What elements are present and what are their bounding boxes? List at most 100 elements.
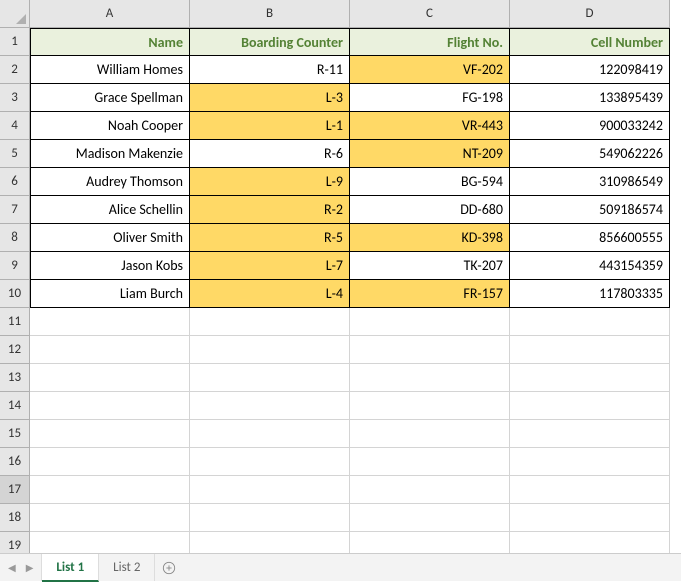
cell-flight[interactable]: FR-157 — [350, 280, 510, 308]
cell-name[interactable]: Oliver Smith — [30, 224, 190, 252]
empty-cell[interactable] — [510, 504, 670, 532]
empty-cell[interactable] — [510, 392, 670, 420]
row-header[interactable]: 1 — [0, 28, 30, 56]
cell-boarding[interactable]: L-9 — [190, 168, 350, 196]
row-header[interactable]: 5 — [0, 140, 30, 168]
empty-cell[interactable] — [190, 392, 350, 420]
cell-flight[interactable]: VF-202 — [350, 56, 510, 84]
empty-cell[interactable] — [30, 476, 190, 504]
column-header-D[interactable]: D — [510, 0, 670, 28]
row-header[interactable]: 18 — [0, 504, 30, 532]
empty-cell[interactable] — [30, 336, 190, 364]
cell-number[interactable]: 856600555 — [510, 224, 670, 252]
empty-cell[interactable] — [30, 504, 190, 532]
cell-boarding[interactable]: R-6 — [190, 140, 350, 168]
empty-cell[interactable] — [30, 364, 190, 392]
cell-number[interactable]: 310986549 — [510, 168, 670, 196]
tab-nav-next-icon[interactable]: ▶ — [26, 561, 34, 574]
tab-nav-prev-icon[interactable]: ◀ — [8, 561, 16, 574]
empty-cell[interactable] — [190, 364, 350, 392]
empty-cell[interactable] — [30, 392, 190, 420]
empty-cell[interactable] — [510, 364, 670, 392]
cell-number[interactable]: 122098419 — [510, 56, 670, 84]
empty-cell[interactable] — [190, 448, 350, 476]
empty-cell[interactable] — [350, 448, 510, 476]
empty-cell[interactable] — [510, 420, 670, 448]
table-header-boarding[interactable]: Boarding Counter — [190, 28, 350, 56]
cell-flight[interactable]: DD-680 — [350, 196, 510, 224]
cell-name[interactable]: William Homes — [30, 56, 190, 84]
column-header-A[interactable]: A — [30, 0, 190, 28]
cell-boarding[interactable]: L-1 — [190, 112, 350, 140]
row-header[interactable]: 17 — [0, 476, 30, 504]
row-header[interactable]: 4 — [0, 112, 30, 140]
empty-cell[interactable] — [350, 392, 510, 420]
empty-cell[interactable] — [190, 476, 350, 504]
cell-boarding[interactable]: R-2 — [190, 196, 350, 224]
row-header[interactable]: 3 — [0, 84, 30, 112]
empty-cell[interactable] — [350, 364, 510, 392]
cell-name[interactable]: Liam Burch — [30, 280, 190, 308]
empty-cell[interactable] — [30, 420, 190, 448]
empty-cell[interactable] — [510, 308, 670, 336]
cell-number[interactable]: 509186574 — [510, 196, 670, 224]
cell-flight[interactable]: FG-198 — [350, 84, 510, 112]
empty-cell[interactable] — [350, 476, 510, 504]
row-header[interactable]: 15 — [0, 420, 30, 448]
select-all-corner[interactable] — [0, 0, 30, 28]
empty-cell[interactable] — [190, 420, 350, 448]
column-header-C[interactable]: C — [350, 0, 510, 28]
row-header[interactable]: 9 — [0, 252, 30, 280]
table-header-cell[interactable]: Cell Number — [510, 28, 670, 56]
row-header[interactable]: 8 — [0, 224, 30, 252]
column-header-B[interactable]: B — [190, 0, 350, 28]
cell-boarding[interactable]: L-7 — [190, 252, 350, 280]
sheet-tab[interactable]: List 1 — [42, 554, 99, 582]
empty-cell[interactable] — [350, 308, 510, 336]
row-header[interactable]: 11 — [0, 308, 30, 336]
cell-boarding[interactable]: L-4 — [190, 280, 350, 308]
empty-cell[interactable] — [350, 336, 510, 364]
empty-cell[interactable] — [30, 308, 190, 336]
row-header[interactable]: 2 — [0, 56, 30, 84]
row-header[interactable]: 13 — [0, 364, 30, 392]
cell-flight[interactable]: KD-398 — [350, 224, 510, 252]
row-header[interactable]: 12 — [0, 336, 30, 364]
empty-cell[interactable] — [350, 504, 510, 532]
cell-boarding[interactable]: R-11 — [190, 56, 350, 84]
cell-name[interactable]: Grace Spellman — [30, 84, 190, 112]
row-header[interactable]: 10 — [0, 280, 30, 308]
cell-flight[interactable]: NT-209 — [350, 140, 510, 168]
empty-cell[interactable] — [350, 420, 510, 448]
cell-number[interactable]: 900033242 — [510, 112, 670, 140]
table-header-name[interactable]: Name — [30, 28, 190, 56]
cell-flight[interactable]: TK-207 — [350, 252, 510, 280]
cell-flight[interactable]: VR-443 — [350, 112, 510, 140]
cell-number[interactable]: 133895439 — [510, 84, 670, 112]
table-header-flight[interactable]: Flight No. — [350, 28, 510, 56]
empty-cell[interactable] — [30, 448, 190, 476]
cell-boarding[interactable]: R-5 — [190, 224, 350, 252]
cell-flight[interactable]: BG-594 — [350, 168, 510, 196]
cell-name[interactable]: Audrey Thomson — [30, 168, 190, 196]
cell-name[interactable]: Noah Cooper — [30, 112, 190, 140]
row-header[interactable]: 6 — [0, 168, 30, 196]
cell-name[interactable]: Alice Schellin — [30, 196, 190, 224]
empty-cell[interactable] — [190, 504, 350, 532]
cell-boarding[interactable]: L-3 — [190, 84, 350, 112]
row-header[interactable]: 16 — [0, 448, 30, 476]
cell-number[interactable]: 117803335 — [510, 280, 670, 308]
empty-cell[interactable] — [190, 336, 350, 364]
cell-name[interactable]: Jason Kobs — [30, 252, 190, 280]
row-header[interactable]: 14 — [0, 392, 30, 420]
empty-cell[interactable] — [510, 448, 670, 476]
empty-cell[interactable] — [190, 308, 350, 336]
empty-cell[interactable] — [510, 476, 670, 504]
cell-name[interactable]: Madison Makenzie — [30, 140, 190, 168]
empty-cell[interactable] — [510, 336, 670, 364]
cell-number[interactable]: 549062226 — [510, 140, 670, 168]
sheet-tab[interactable]: List 2 — [99, 554, 155, 581]
cell-number[interactable]: 443154359 — [510, 252, 670, 280]
row-header[interactable]: 7 — [0, 196, 30, 224]
add-sheet-button[interactable] — [155, 554, 183, 581]
